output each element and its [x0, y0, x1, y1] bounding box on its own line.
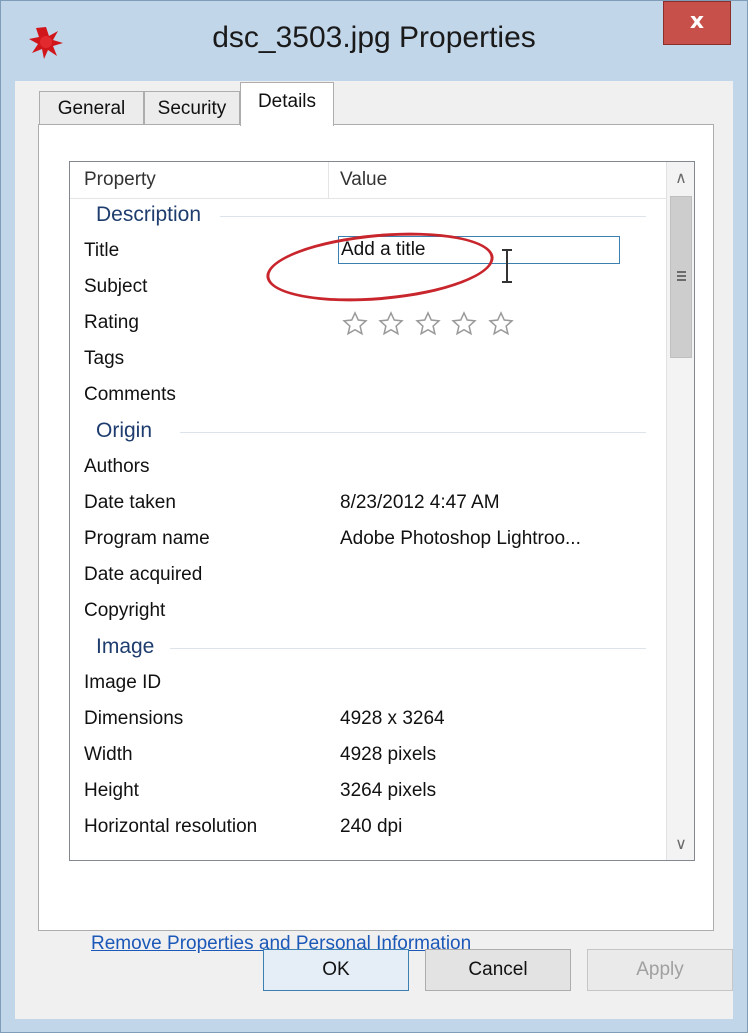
- column-header-value[interactable]: Value: [340, 169, 387, 191]
- property-name: Tags: [84, 348, 125, 369]
- row-subject[interactable]: Subject: [70, 270, 666, 306]
- group-header-image: Image: [70, 630, 666, 666]
- chevron-down-icon[interactable]: ∨: [667, 828, 694, 860]
- row-tags[interactable]: Tags: [70, 342, 666, 378]
- property-name: Horizontal resolution: [84, 816, 258, 837]
- property-name: Height: [84, 780, 139, 801]
- grip-line: [677, 271, 686, 273]
- property-name: Date acquired: [84, 564, 203, 585]
- property-rows: Description Title Subject: [70, 198, 666, 846]
- property-name: Date taken: [84, 492, 176, 513]
- tab-details[interactable]: Details: [240, 82, 334, 126]
- group-divider: [170, 648, 646, 649]
- tab-general[interactable]: General: [39, 91, 144, 124]
- title-bar: dsc_3503.jpg Properties x: [1, 1, 747, 81]
- close-icon: x: [689, 9, 705, 34]
- property-value: 240 dpi: [340, 816, 403, 837]
- property-value: 4928 x 3264: [340, 708, 445, 729]
- property-name: Width: [84, 744, 133, 765]
- property-name: Rating: [84, 312, 139, 333]
- chevron-up-icon[interactable]: ∧: [667, 162, 694, 194]
- property-name: Image ID: [84, 672, 162, 693]
- column-separator[interactable]: [328, 162, 329, 198]
- star-outline-icon[interactable]: [413, 310, 443, 338]
- properties-dialog: dsc_3503.jpg Properties x General Securi…: [0, 0, 748, 1033]
- row-image-id[interactable]: Image ID: [70, 666, 666, 702]
- column-header: Property Value: [70, 162, 666, 199]
- row-copyright[interactable]: Copyright: [70, 594, 666, 630]
- ok-button[interactable]: OK: [263, 949, 409, 991]
- row-dimensions[interactable]: Dimensions 4928 x 3264: [70, 702, 666, 738]
- scroll-thumb[interactable]: [670, 196, 692, 358]
- property-value: 8/23/2012 4:47 AM: [340, 492, 500, 513]
- property-name: Title: [84, 240, 120, 261]
- row-rating[interactable]: Rating: [70, 306, 666, 342]
- group-label: Origin: [96, 419, 163, 443]
- row-authors[interactable]: Authors: [70, 450, 666, 486]
- dialog-client: General Security Details Property Value …: [15, 81, 733, 1019]
- apply-button[interactable]: Apply: [587, 949, 733, 991]
- star-outline-icon[interactable]: [340, 310, 370, 338]
- tab-security[interactable]: Security: [144, 91, 240, 124]
- group-header-description: Description: [70, 198, 666, 234]
- row-date-acquired[interactable]: Date acquired: [70, 558, 666, 594]
- close-button[interactable]: x: [663, 1, 731, 45]
- rating-stars[interactable]: [340, 310, 518, 343]
- group-divider: [180, 432, 646, 433]
- column-header-property[interactable]: Property: [84, 169, 156, 191]
- window-title: dsc_3503.jpg Properties: [212, 21, 536, 54]
- property-value: 3264 pixels: [340, 780, 437, 801]
- title-input[interactable]: [338, 236, 620, 264]
- row-comments[interactable]: Comments: [70, 378, 666, 414]
- vertical-scrollbar[interactable]: ∧ ∨: [666, 162, 694, 860]
- grip-line: [677, 275, 686, 277]
- row-height[interactable]: Height 3264 pixels: [70, 774, 666, 810]
- group-header-origin: Origin: [70, 414, 666, 450]
- details-panel: Property Value Description Title Add a t…: [38, 124, 714, 954]
- property-name: Subject: [84, 276, 148, 297]
- group-label: Description: [96, 203, 212, 227]
- row-width[interactable]: Width 4928 pixels: [70, 738, 666, 774]
- properties-list[interactable]: Property Value Description Title Add a t…: [69, 161, 695, 861]
- grip-line: [677, 279, 686, 281]
- property-name: Copyright: [84, 600, 166, 621]
- property-value: 4928 pixels: [340, 744, 437, 765]
- row-title[interactable]: Title: [70, 224, 666, 310]
- cancel-button[interactable]: Cancel: [425, 949, 571, 991]
- star-outline-icon[interactable]: [486, 310, 516, 338]
- row-date-taken[interactable]: Date taken 8/23/2012 4:47 AM: [70, 486, 666, 522]
- star-outline-icon[interactable]: [376, 310, 406, 338]
- row-program-name[interactable]: Program name Adobe Photoshop Lightroo...: [70, 522, 666, 558]
- row-horizontal-resolution[interactable]: Horizontal resolution 240 dpi: [70, 810, 666, 846]
- property-name: Dimensions: [84, 708, 184, 729]
- property-name: Comments: [84, 384, 176, 405]
- property-value: Adobe Photoshop Lightroo...: [340, 528, 581, 549]
- group-divider: [220, 216, 646, 217]
- property-name: Authors: [84, 456, 150, 477]
- group-label: Image: [96, 635, 165, 659]
- property-name: Program name: [84, 528, 210, 549]
- star-outline-icon[interactable]: [449, 310, 479, 338]
